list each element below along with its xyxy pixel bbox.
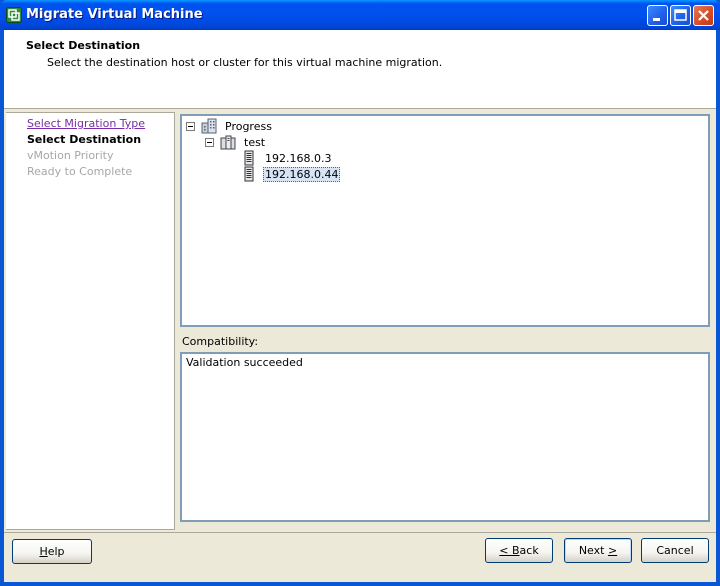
host-server-icon bbox=[244, 166, 254, 182]
tree-node-datacenter[interactable]: Progress bbox=[186, 118, 274, 134]
back-button[interactable]: < Back bbox=[485, 538, 553, 563]
close-icon bbox=[698, 10, 709, 21]
cancel-button[interactable]: Cancel bbox=[641, 538, 709, 563]
dialog-client-area: Select Destination Select the destinatio… bbox=[4, 30, 716, 582]
back-label: ack bbox=[519, 544, 539, 557]
page-subtitle: Select the destination host or cluster f… bbox=[47, 56, 443, 69]
migrate-vm-window: Migrate Virtual Machine Select Destinati… bbox=[0, 0, 720, 586]
collapse-icon[interactable] bbox=[186, 121, 195, 131]
minimize-button[interactable] bbox=[647, 5, 668, 26]
next-button[interactable]: Next > bbox=[564, 538, 632, 563]
collapse-icon[interactable] bbox=[205, 137, 214, 147]
tree-node-host-selected[interactable]: 192.168.0.44 bbox=[241, 166, 341, 182]
host-server-icon bbox=[244, 150, 254, 166]
vsphere-app-icon bbox=[6, 7, 22, 23]
compatibility-panel: Validation succeeded bbox=[180, 352, 710, 522]
help-label: elp bbox=[47, 545, 65, 558]
wizard-steps-panel: Select Migration Type Select Destination… bbox=[6, 112, 175, 530]
host-label[interactable]: 192.168.0.3 bbox=[263, 152, 333, 165]
step-ready-to-complete: Ready to Complete bbox=[27, 165, 133, 178]
back-mnemonic: B bbox=[512, 544, 520, 557]
selected-host-label[interactable]: 192.168.0.44 bbox=[263, 166, 341, 182]
next-label: Next bbox=[578, 544, 608, 557]
tree-node-cluster[interactable]: test bbox=[205, 134, 267, 150]
compatibility-message: Validation succeeded bbox=[186, 356, 303, 369]
help-button[interactable]: Help bbox=[12, 539, 92, 564]
page-title: Select Destination bbox=[26, 39, 141, 52]
step-select-migration-type[interactable]: Select Migration Type bbox=[27, 117, 145, 130]
close-button[interactable] bbox=[693, 5, 714, 26]
next-mnemonic: > bbox=[607, 544, 618, 557]
maximize-button[interactable] bbox=[670, 5, 691, 26]
compatibility-label: Compatibility: bbox=[182, 335, 259, 348]
cluster-label[interactable]: test bbox=[242, 136, 267, 149]
wizard-header: Select Destination Select the destinatio… bbox=[4, 30, 716, 109]
step-select-destination: Select Destination bbox=[27, 133, 142, 146]
back-arrow: < bbox=[499, 544, 512, 557]
tree-node-host[interactable]: 192.168.0.3 bbox=[241, 150, 333, 166]
window-title: Migrate Virtual Machine bbox=[26, 7, 203, 22]
help-mnemonic: H bbox=[39, 545, 48, 558]
cluster-icon bbox=[220, 135, 236, 150]
destination-tree[interactable]: Progress test 192.168.0.3 192.168.0.44 bbox=[180, 114, 710, 327]
minimize-icon bbox=[653, 18, 660, 21]
step-vmotion-priority: vMotion Priority bbox=[27, 149, 114, 162]
datacenter-icon bbox=[201, 118, 217, 134]
title-bar[interactable]: Migrate Virtual Machine bbox=[0, 0, 720, 30]
maximize-icon bbox=[674, 9, 687, 21]
datacenter-label[interactable]: Progress bbox=[223, 120, 274, 133]
footer-divider bbox=[4, 532, 716, 533]
